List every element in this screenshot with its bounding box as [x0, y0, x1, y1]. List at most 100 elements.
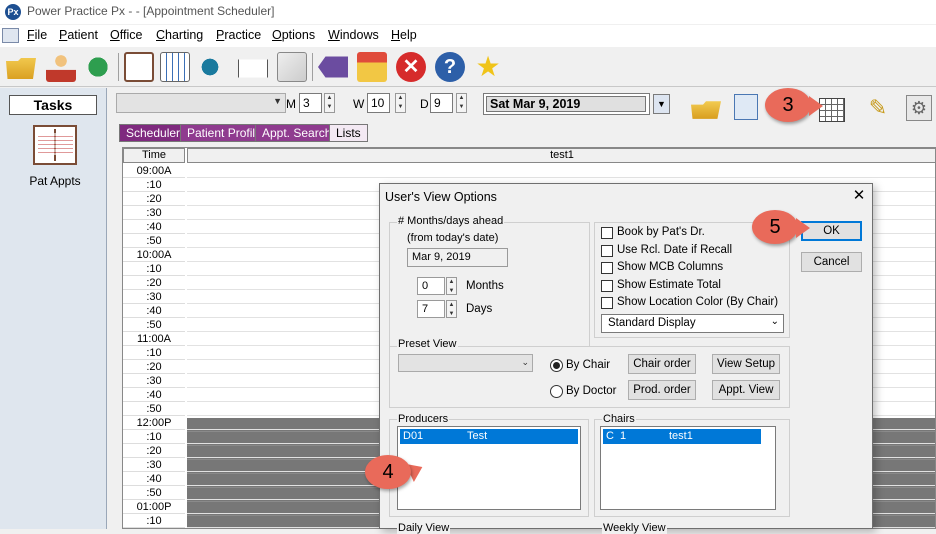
chair-code: C 1 [606, 430, 627, 442]
menu-windows[interactable]: Windows [328, 28, 379, 42]
edi-icon[interactable] [318, 56, 348, 78]
months-ahead-input[interactable]: 0 [417, 277, 445, 295]
days-spin-buttons[interactable]: ▲ ▼ [456, 93, 467, 113]
time-slot-label: :40 [123, 472, 185, 486]
time-slot-label: :30 [123, 458, 185, 472]
time-slot-label: :20 [123, 192, 185, 206]
use-rcl-date-label: Use Rcl. Date if Recall [617, 244, 733, 256]
by-chair-radio[interactable] [550, 359, 563, 372]
time-slot-line[interactable] [187, 177, 935, 178]
date-value: Sat Mar 9, 2019 [486, 96, 646, 112]
weeks-spin-buttons[interactable]: ▲ ▼ [395, 93, 406, 113]
tasks-panel: Tasks Pat Appts [0, 88, 107, 529]
preset-view-label: Preset View [397, 338, 458, 350]
chevron-down-icon: ⌄ [521, 357, 529, 367]
menu-file[interactable]: File [27, 28, 47, 42]
ahead-date-field: Mar 9, 2019 [407, 248, 508, 267]
months-spin-buttons[interactable]: ▲ ▼ [324, 93, 335, 113]
display-mode-select[interactable]: Standard Display ⌄ [601, 314, 784, 333]
help-icon[interactable]: ? [435, 52, 465, 82]
mdi-window-icon[interactable] [2, 28, 19, 43]
book-by-dr-checkbox[interactable] [601, 227, 613, 239]
payment-icon[interactable] [83, 52, 113, 82]
notes-icon[interactable] [277, 52, 307, 82]
view-setup-button[interactable]: View Setup [712, 354, 780, 374]
settings-gear-icon[interactable]: ⚙ [906, 95, 932, 121]
chart-icon[interactable] [160, 52, 190, 82]
from-today-label: (from today's date) [407, 232, 499, 244]
months-spin-input[interactable]: 3 [299, 93, 322, 113]
chevron-down-icon: ▼ [273, 96, 282, 106]
close-icon[interactable]: ✕ [848, 186, 870, 206]
ok-button[interactable]: OK [801, 221, 862, 241]
time-slot-label: :30 [123, 374, 185, 388]
time-slot-label: :10 [123, 262, 185, 276]
chairs-listbox[interactable]: C 1 test1 [600, 426, 776, 510]
time-slot-label: :30 [123, 290, 185, 304]
menu-office[interactable]: Office [110, 28, 142, 42]
tools-box-icon[interactable] [357, 52, 387, 82]
days-spin-input[interactable]: 9 [430, 93, 453, 113]
weeks-spin-input[interactable]: 10 [367, 93, 390, 113]
tab-appt-search[interactable]: Appt. Search [255, 124, 339, 142]
mail-icon[interactable] [238, 59, 268, 78]
cancel-button[interactable]: Cancel [801, 252, 862, 272]
months-ahead-spin[interactable]: ▲ ▼ [446, 277, 457, 295]
date-select[interactable]: Sat Mar 9, 2019 [483, 93, 650, 115]
time-column: 09:00A:10:20:30:40:50 10:00A:10:20:30:40:… [123, 148, 185, 528]
time-slot-label: :10 [123, 430, 185, 444]
time-slot-label: :40 [123, 220, 185, 234]
menu-help[interactable]: Help [391, 28, 417, 42]
by-doctor-label: By Doctor [566, 385, 617, 397]
preset-view-select[interactable]: ⌄ [398, 354, 533, 372]
patient-card-icon[interactable] [734, 94, 758, 120]
show-mcb-checkbox[interactable] [601, 262, 613, 274]
tab-lists[interactable]: Lists [329, 124, 368, 142]
provider-select[interactable]: ▼ [116, 93, 286, 113]
patient-icon[interactable] [46, 52, 76, 82]
chair-order-button[interactable]: Chair order [628, 354, 696, 374]
appointment-book-icon[interactable] [33, 125, 77, 165]
menu-options[interactable]: Options [272, 28, 315, 42]
show-estimate-checkbox[interactable] [601, 280, 613, 292]
by-chair-label: By Chair [566, 359, 611, 371]
time-slot-label: :20 [123, 276, 185, 290]
days-ahead-input[interactable]: 7 [417, 300, 445, 318]
edit-pencil-icon[interactable]: ✎ [866, 95, 890, 121]
menu-practice[interactable]: Practice [216, 28, 261, 42]
time-slot-label: :20 [123, 360, 185, 374]
chevron-down-icon[interactable]: ▼ [653, 94, 670, 114]
days-ahead-spin[interactable]: ▲ ▼ [446, 300, 457, 318]
menu-charting[interactable]: Charting [156, 28, 203, 42]
days-label: D [420, 97, 429, 111]
imaging-icon[interactable] [198, 52, 228, 82]
menu-bar: File Patient Office Charting Practice Op… [0, 25, 936, 47]
tasks-header: Tasks [9, 95, 97, 115]
show-estimate-label: Show Estimate Total [617, 279, 721, 291]
task-pat-appts-label[interactable]: Pat Appts [0, 174, 110, 188]
show-location-color-checkbox[interactable] [601, 297, 613, 309]
use-rcl-date-checkbox[interactable] [601, 245, 613, 257]
tab-scheduler[interactable]: Scheduler [119, 124, 188, 142]
close-icon[interactable]: ✕ [396, 52, 426, 82]
list-item[interactable]: C 1 test1 [603, 429, 761, 444]
prod-order-button[interactable]: Prod. order [628, 380, 696, 400]
open-folder-icon[interactable] [691, 101, 721, 119]
annotation-5: 5 [752, 210, 798, 244]
chairs-label: Chairs [602, 413, 636, 425]
producers-listbox[interactable]: D01 Test [397, 426, 581, 510]
time-slot-label: :10 [123, 178, 185, 192]
time-slot-label: 12:00P [123, 416, 185, 430]
by-doctor-radio[interactable] [550, 385, 563, 398]
show-mcb-label: Show MCB Columns [617, 261, 724, 273]
appt-view-button[interactable]: Appt. View [712, 380, 780, 400]
producer-code: D01 [403, 430, 424, 442]
annotation-4: 4 [365, 455, 411, 489]
list-item[interactable]: D01 Test [400, 429, 578, 444]
appointment-book-icon[interactable] [124, 52, 154, 82]
open-folder-icon[interactable] [6, 58, 36, 79]
star-icon[interactable]: ★ [473, 52, 503, 82]
months-label: M [286, 97, 296, 111]
app-logo-icon: Px [5, 4, 21, 20]
menu-patient[interactable]: Patient [59, 28, 98, 42]
